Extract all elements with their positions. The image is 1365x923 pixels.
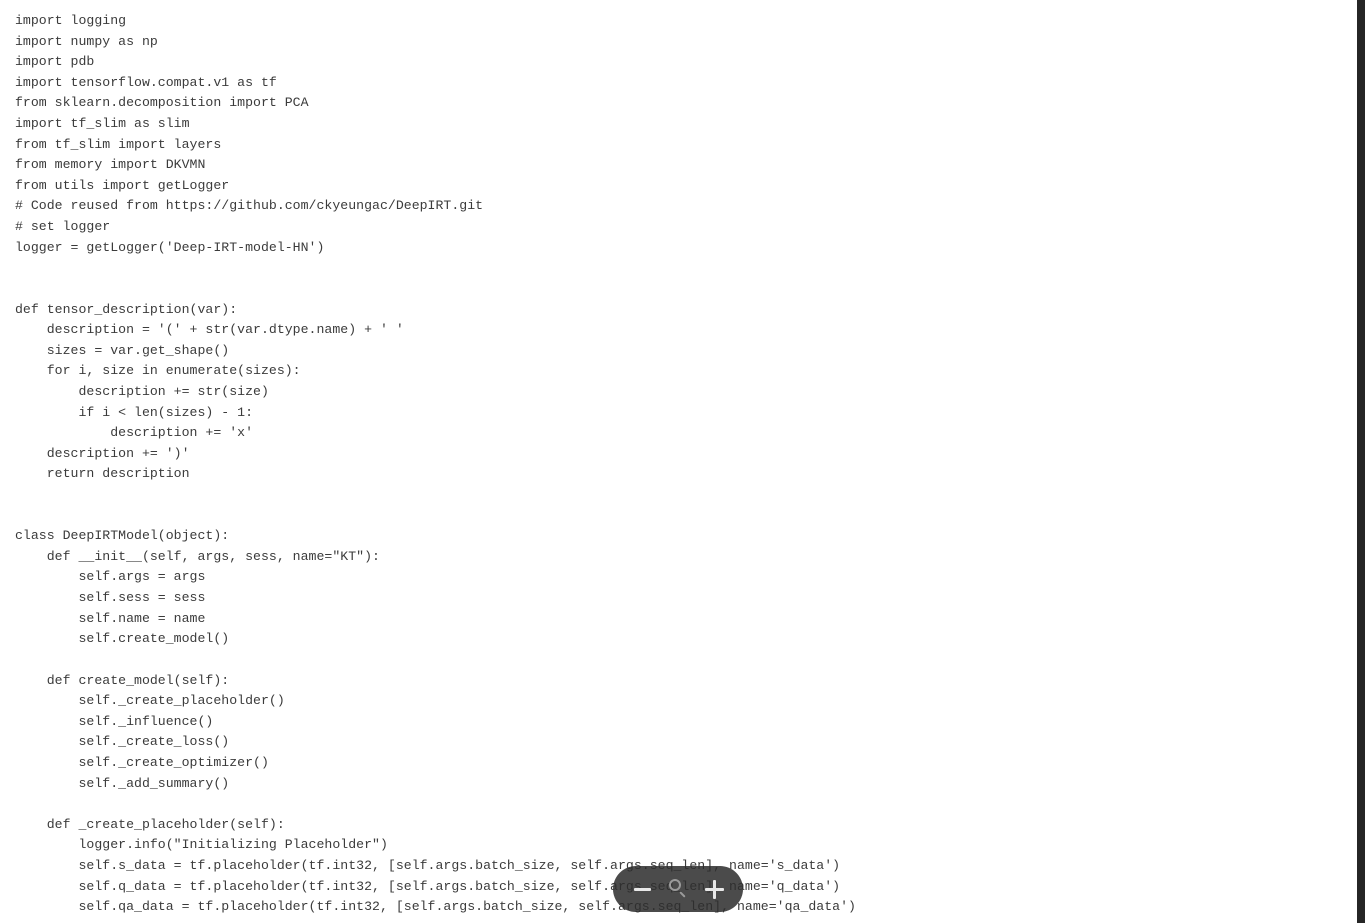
code-line: self._add_summary() [15,775,230,791]
code-line: description += ')' [15,445,190,461]
code-line: description += str(size) [15,383,269,399]
code-line: logger.info("Initializing Placeholder") [15,837,388,853]
code-line: logger = getLogger('Deep-IRT-model-HN') [15,239,325,255]
code-line: self.name = name [15,610,206,626]
code-line: self._influence() [15,713,214,729]
code-line: from sklearn.decomposition import PCA [15,95,309,111]
code-line: import tf_slim as slim [15,116,190,132]
code-line: sizes = var.get_shape() [15,342,230,358]
code-line: def create_model(self): [15,672,230,688]
code-line: from memory import DKVMN [15,157,206,173]
search-icon [668,879,688,899]
code-line: def tensor_description(var): [15,301,238,317]
code-line: self.sess = sess [15,590,206,606]
zoom-reset-button[interactable] [664,875,692,903]
code-line: description += 'x' [15,425,254,441]
code-line: # Code reused from https://github.com/ck… [15,198,484,214]
zoom-in-button[interactable] [700,875,728,903]
code-line: self.create_model() [15,631,230,647]
code-line: if i < len(sizes) - 1: [15,404,254,420]
code-line: self.args = args [15,569,206,585]
code-line: def _create_placeholder(self): [15,816,285,832]
zoom-control-toolbar[interactable] [613,866,743,912]
code-line: # set logger [15,219,111,235]
minus-icon [633,887,651,891]
code-text-view[interactable]: import logging import numpy as np import p… [15,11,1335,918]
code-line: from utils import getLogger [15,177,230,193]
zoom-out-button[interactable] [628,875,656,903]
code-line: for i, size in enumerate(sizes): [15,363,301,379]
code-line: self._create_loss() [15,734,230,750]
code-line: return description [15,466,190,482]
code-line: from tf_slim import layers [15,136,222,152]
code-line: import numpy as np [15,33,158,49]
code-line: import logging [15,13,127,28]
code-line: description = '(' + str(var.dtype.name) … [15,322,404,338]
plus-icon [704,879,724,899]
code-line: class DeepIRTModel(object): [15,528,230,544]
code-line: self._create_optimizer() [15,754,269,770]
code-line: import pdb [15,54,95,70]
code-line: def __init__(self, args, sess, name="KT"… [15,548,380,564]
code-line: self._create_placeholder() [15,693,285,709]
document-page: import logging import numpy as np import p… [0,0,1365,923]
code-line: import tensorflow.compat.v1 as tf [15,74,277,90]
